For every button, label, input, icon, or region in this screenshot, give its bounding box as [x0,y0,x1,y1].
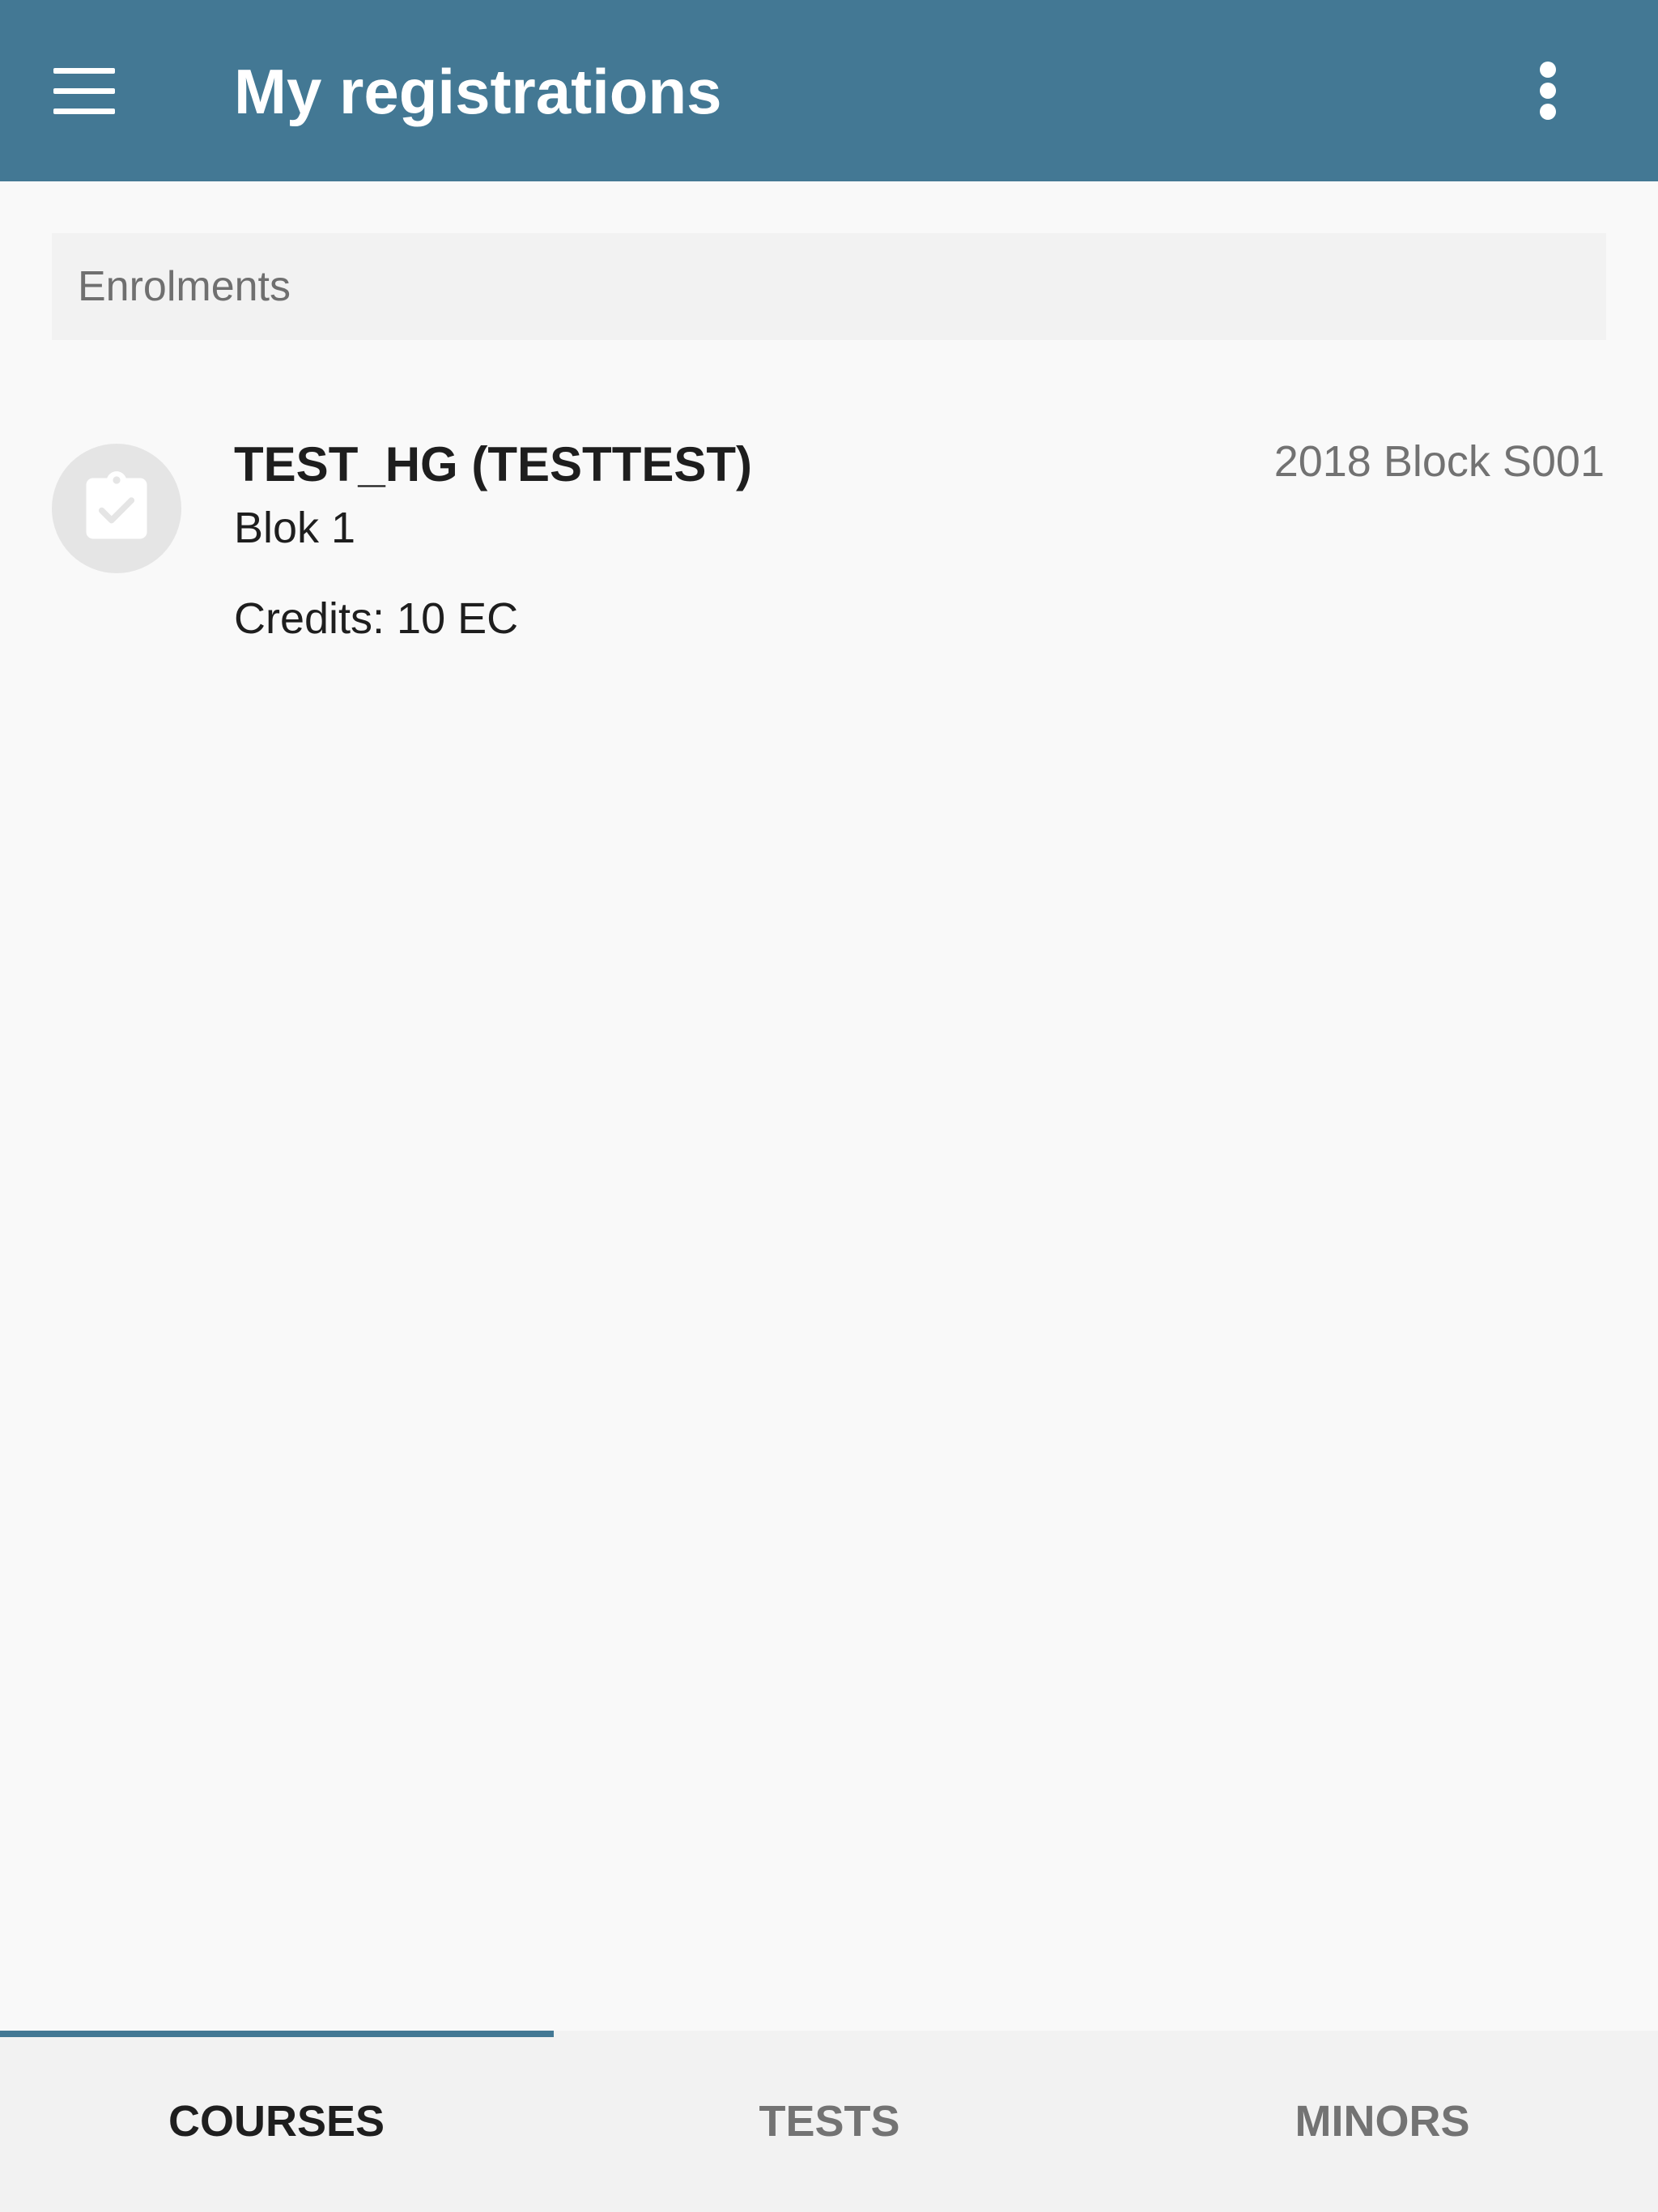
course-block: Blok 1 [234,504,356,552]
app-bar: My registrations [0,0,1658,181]
section-header-label: Enrolments [78,263,291,310]
bottom-tab-bar: COURSES TESTS MINORS [0,2031,1658,2212]
list-item[interactable]: TEST_HG (TESTTEST) Blok 1 Credits: 10 EC… [0,405,1658,672]
page-title: My registrations [234,56,722,127]
course-title: TEST_HG (TESTTEST) [234,437,753,491]
tab-courses[interactable]: COURSES [0,2031,553,2212]
course-period: 2018 Block S001 [1273,437,1605,486]
overflow-menu-button[interactable] [1514,50,1582,131]
avatar [52,444,181,573]
tab-minors[interactable]: MINORS [1106,2031,1658,2212]
section-header: Enrolments [52,233,1606,340]
menu-button[interactable] [36,50,133,131]
tab-tests[interactable]: TESTS [553,2031,1106,2212]
course-credits: Credits: 10 EC [234,594,519,643]
clipboard-check-icon [86,471,147,539]
